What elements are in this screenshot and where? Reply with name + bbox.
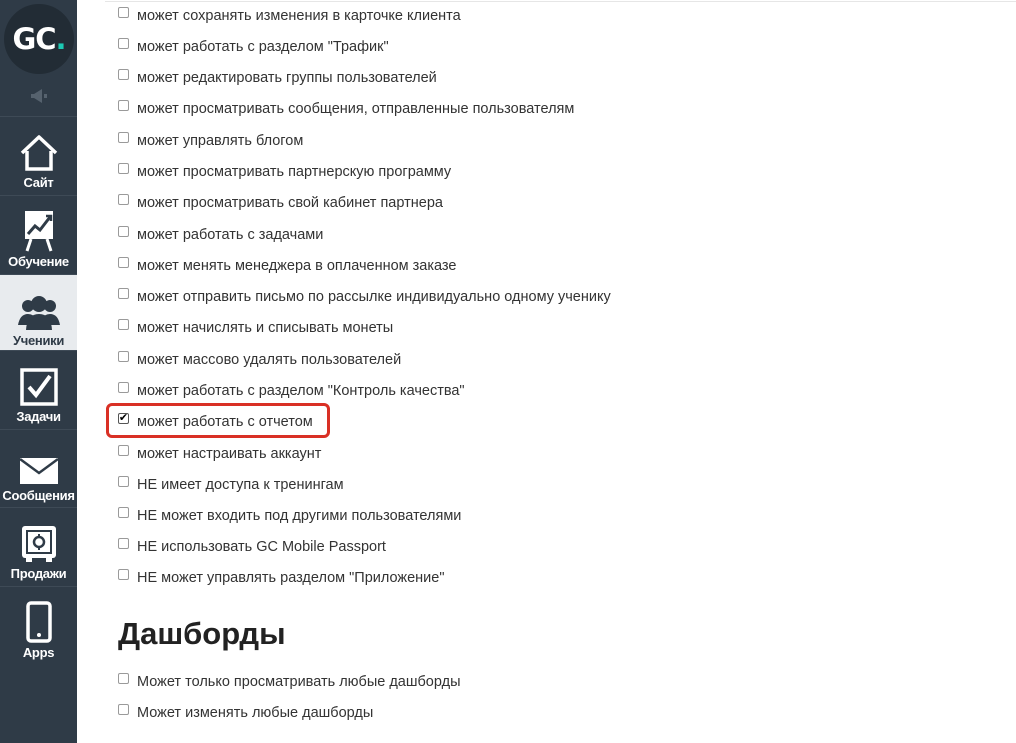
logo-dot: . <box>55 22 67 56</box>
permission-item[interactable]: может начислять и списывать монеты <box>118 316 393 340</box>
dashboard-permission-label: Может изменять любые дашборды <box>137 705 374 721</box>
permission-label: может просматривать партнерскую программ… <box>137 164 452 180</box>
permission-item[interactable]: может просматривать свой кабинет партнер… <box>118 191 443 215</box>
permission-checkbox[interactable] <box>118 6 129 18</box>
permission-item[interactable]: может отправить письмо по рассылке индив… <box>118 285 611 309</box>
dashboard-permission-item[interactable]: Может изменять любые дашборды <box>118 701 373 725</box>
permission-item[interactable]: может сохранять изменения в карточке кли… <box>118 4 461 28</box>
highlight-box <box>106 403 330 438</box>
permission-item[interactable]: НЕ использовать GC Mobile Passport <box>118 535 386 559</box>
permission-label: может менять менеджера в оплаченном зака… <box>137 258 457 274</box>
permission-checkbox[interactable] <box>118 568 129 580</box>
permission-checkbox[interactable] <box>118 537 129 549</box>
sidebar-item-label: Обучение <box>8 254 69 269</box>
permission-label: может управлять блогом <box>137 133 304 149</box>
sidebar-item-messages[interactable]: Сообщения <box>0 429 77 507</box>
permission-item[interactable]: может работать с разделом "Контроль каче… <box>118 379 465 403</box>
permission-label: может начислять и списывать монеты <box>137 320 394 336</box>
sidebar-item-site[interactable]: Сайт <box>0 116 77 195</box>
permission-item[interactable]: НЕ может входить под другими пользовател… <box>118 504 461 528</box>
divider <box>105 1 1016 2</box>
sidebar-item-learning[interactable]: Обучение <box>0 195 77 274</box>
users-icon <box>17 287 60 331</box>
sidebar-item-label: Продажи <box>10 566 67 581</box>
sidebar-item-apps[interactable]: Apps <box>0 586 77 666</box>
permission-checkbox[interactable] <box>118 68 129 80</box>
permission-label: НЕ может управлять разделом "Приложение" <box>137 570 445 586</box>
home-icon <box>19 129 59 173</box>
permission-item[interactable]: может просматривать сообщения, отправлен… <box>118 97 574 121</box>
chart-easel-icon <box>21 208 57 252</box>
sidebar-item-label: Сайт <box>23 175 54 190</box>
megaphone-icon[interactable] <box>0 78 77 114</box>
permission-checkbox[interactable] <box>118 225 129 237</box>
sidebar-item-label: Apps <box>22 645 55 660</box>
permission-label: может сохранять изменения в карточке кли… <box>137 8 461 24</box>
permission-label: может редактировать группы пользователей <box>137 70 437 86</box>
permission-label: может просматривать сообщения, отправлен… <box>137 101 575 117</box>
permission-label: может работать с разделом "Контроль каче… <box>137 383 465 399</box>
logo-text: GC <box>12 22 56 56</box>
envelope-icon <box>18 442 59 486</box>
permission-item[interactable]: может менять менеджера в оплаченном зака… <box>118 254 456 278</box>
permission-item[interactable]: может работать с задачами <box>118 223 323 247</box>
sidebar-item-label: Сообщения <box>2 488 75 503</box>
permission-checkbox[interactable] <box>118 256 129 268</box>
permission-label: может просматривать свой кабинет партнер… <box>137 195 443 211</box>
safe-icon <box>20 520 58 564</box>
sidebar-item-tasks[interactable]: Задачи <box>0 350 77 429</box>
permission-label: может отправить письмо по рассылке индив… <box>137 289 611 305</box>
permission-item[interactable]: может управлять блогом <box>118 129 303 153</box>
dashboard-checkbox[interactable] <box>118 703 129 715</box>
permission-checkbox[interactable] <box>118 444 129 456</box>
permission-item[interactable]: НЕ может управлять разделом "Приложение" <box>118 566 445 590</box>
permission-checkbox[interactable] <box>118 99 129 111</box>
permission-item[interactable]: может массово удалять пользователей <box>118 348 401 372</box>
dashboard-checkbox[interactable] <box>118 672 129 684</box>
permission-item[interactable]: может настраивать аккаунт <box>118 442 321 466</box>
permission-checkbox[interactable] <box>118 37 129 49</box>
sidebar-item-students[interactable]: Ученики <box>0 274 77 350</box>
dashboard-permission-item[interactable]: Может только просматривать любые дашборд… <box>118 670 461 694</box>
permission-checkbox[interactable] <box>118 162 129 174</box>
sidebar-item-label: Ученики <box>12 333 65 348</box>
permission-checkbox[interactable] <box>118 318 129 330</box>
permission-checkbox[interactable] <box>118 287 129 299</box>
permission-label: НЕ может входить под другими пользовател… <box>137 508 462 524</box>
logo[interactable]: GC. <box>4 4 74 74</box>
permission-checkbox[interactable] <box>118 475 129 487</box>
permission-item[interactable]: может редактировать группы пользователей <box>118 66 437 90</box>
permission-label: может работать с разделом "Трафик" <box>137 39 389 55</box>
permission-checkbox[interactable] <box>118 193 129 205</box>
permission-checkbox[interactable] <box>118 131 129 143</box>
permission-item[interactable]: НЕ имеет доступа к тренингам <box>118 473 344 497</box>
phone-icon <box>25 599 52 643</box>
permission-checkbox[interactable] <box>118 506 129 518</box>
sidebar-item-label: Задачи <box>16 409 61 424</box>
sidebar-item-sales[interactable]: Продажи <box>0 507 77 586</box>
permission-label: НЕ использовать GC Mobile Passport <box>137 539 386 555</box>
permission-item[interactable]: может работать с разделом "Трафик" <box>118 35 389 59</box>
permission-label: может работать с задачами <box>137 227 324 243</box>
permission-item[interactable]: может просматривать партнерскую программ… <box>118 160 451 184</box>
sidebar: GC. Сайт Обучение Ученики Задачи Сообщен… <box>0 0 77 743</box>
checkbox-icon <box>19 363 59 407</box>
dashboards-title: Дашборды <box>118 616 286 651</box>
permission-checkbox[interactable] <box>118 381 129 393</box>
dashboard-permission-label: Может только просматривать любые дашборд… <box>137 674 461 690</box>
permission-checkbox[interactable] <box>118 350 129 362</box>
permission-label: может настраивать аккаунт <box>137 446 322 462</box>
permission-label: может массово удалять пользователей <box>137 352 402 368</box>
permission-label: НЕ имеет доступа к тренингам <box>137 477 344 493</box>
